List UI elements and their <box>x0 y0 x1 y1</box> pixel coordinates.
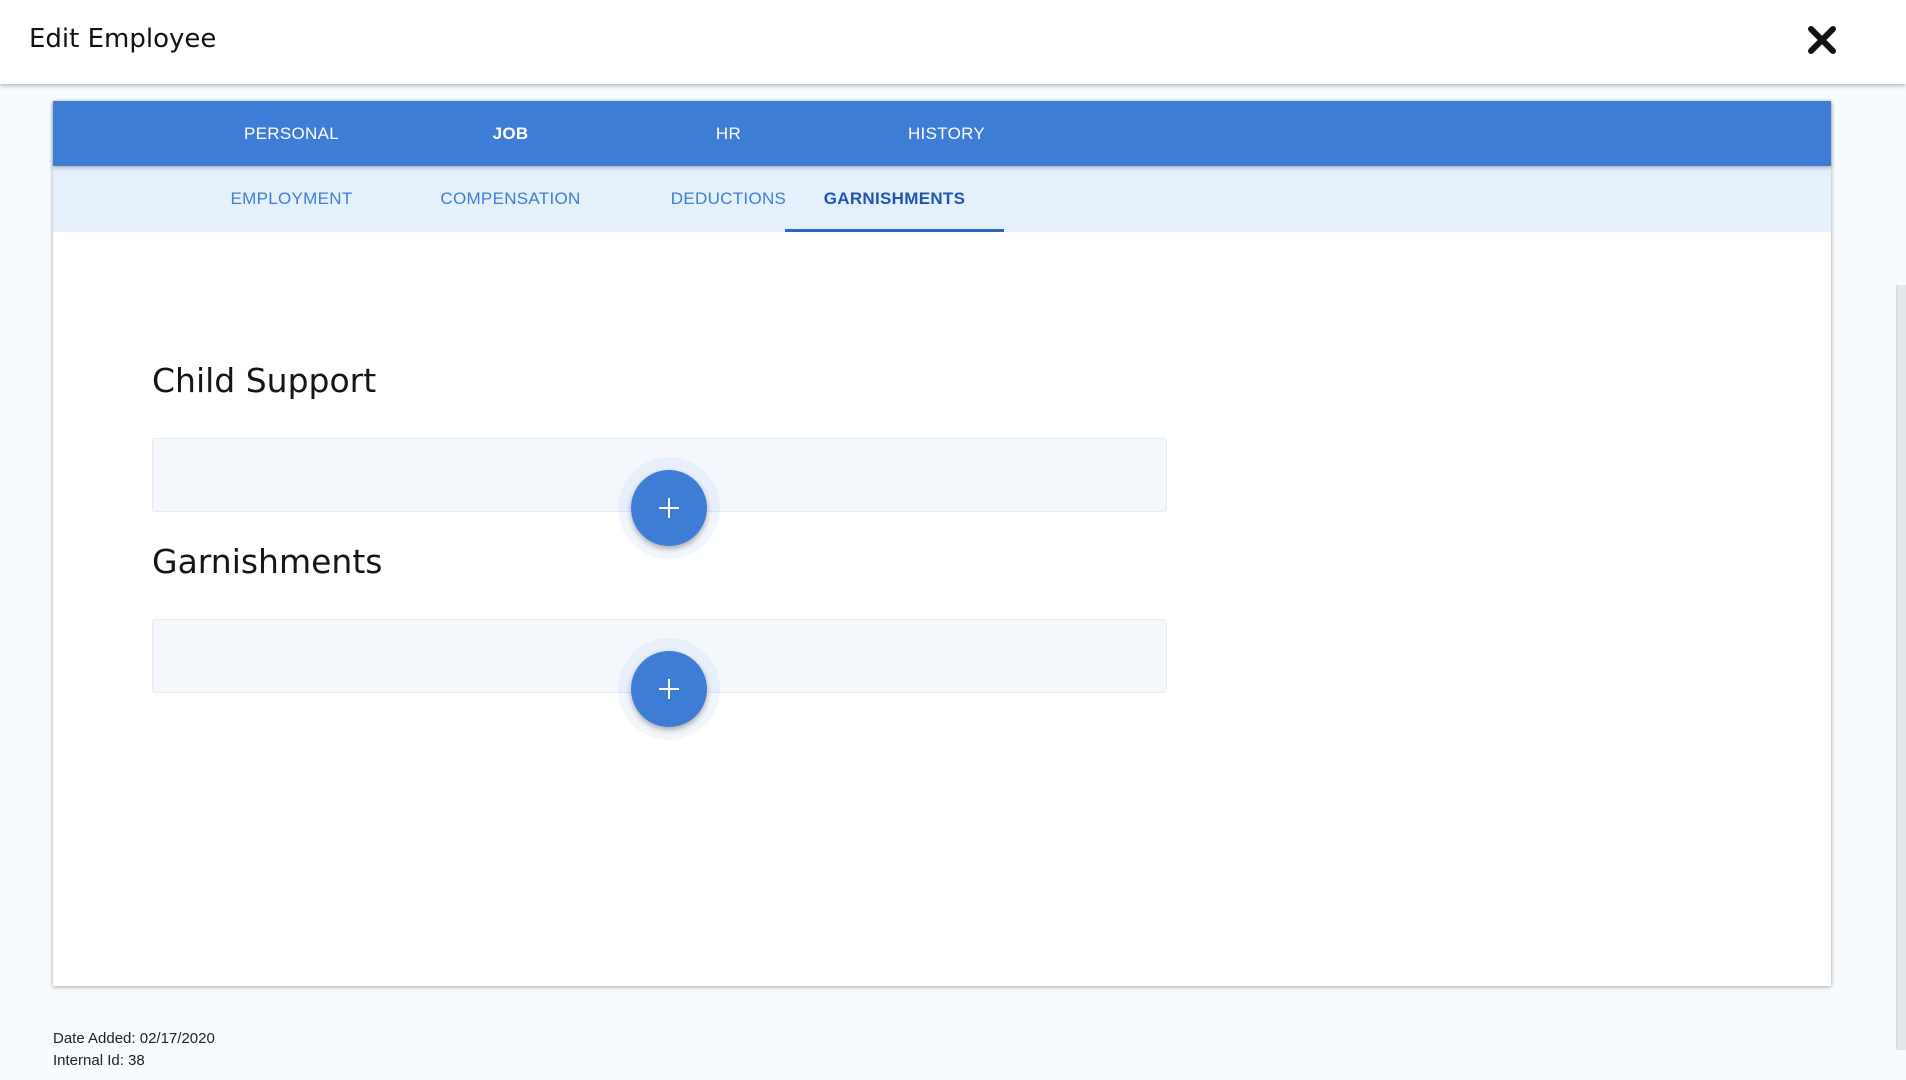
plus-icon <box>659 498 679 518</box>
plus-icon <box>659 679 679 699</box>
scrollbar[interactable] <box>1896 285 1906 1050</box>
close-icon[interactable] <box>1806 24 1838 56</box>
employee-card: PERSONAL JOB HR HISTORY EMPLOYMENT COMPE… <box>53 101 1831 986</box>
header-bar: Edit Employee <box>0 0 1906 84</box>
tab-personal[interactable]: PERSONAL <box>182 101 401 166</box>
add-garnishment-button[interactable] <box>631 651 707 727</box>
primary-tab-bar: PERSONAL JOB HR HISTORY <box>53 101 1831 166</box>
add-child-support-button[interactable] <box>631 470 707 546</box>
tab-garnishments[interactable]: GARNISHMENTS <box>785 166 1004 232</box>
child-support-heading: Child Support <box>152 361 377 400</box>
tab-compensation[interactable]: COMPENSATION <box>401 166 620 232</box>
tab-employment[interactable]: EMPLOYMENT <box>182 166 401 232</box>
date-added: Date Added: 02/17/2020 <box>53 1030 215 1047</box>
internal-id: Internal Id: 38 <box>53 1052 145 1069</box>
tab-job[interactable]: JOB <box>401 101 620 166</box>
tab-hr[interactable]: HR <box>619 101 838 166</box>
tab-history[interactable]: HISTORY <box>837 101 1056 166</box>
page-title: Edit Employee <box>29 24 217 54</box>
garnishments-heading: Garnishments <box>152 542 383 581</box>
secondary-tab-bar: EMPLOYMENT COMPENSATION DEDUCTIONS GARNI… <box>53 166 1831 232</box>
